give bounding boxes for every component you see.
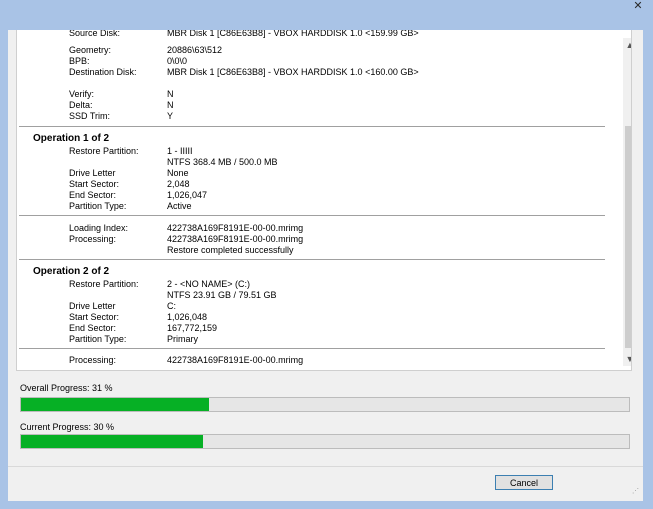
overall-progress-label: Overall Progress: 31 % <box>20 383 113 393</box>
end-sector-value: 167,772,159 <box>167 323 218 333</box>
resize-grip-icon[interactable]: ⋰ <box>632 488 640 498</box>
partition-type-label: Partition Type: <box>69 334 127 344</box>
current-progress-bar <box>20 434 630 449</box>
geometry-value: 20886\63\512 <box>167 45 223 55</box>
destination-disk-label: Destination Disk: <box>69 67 137 77</box>
ssd-trim-value: Y <box>167 111 174 121</box>
drive-letter-value: C: <box>167 301 176 311</box>
log-separator <box>19 348 605 349</box>
processing-label: Processing: <box>69 234 117 244</box>
chevron-down-icon[interactable]: ▼ <box>623 352 631 366</box>
operation-1-heading: Operation 1 of 2 <box>33 133 110 144</box>
overall-progress-bar <box>20 397 630 412</box>
drive-letter-label: Drive Letter <box>69 168 116 178</box>
restore-partition-detail: NTFS 368.4 MB / 500.0 MB <box>167 157 278 167</box>
title-bar[interactable]: ✕ <box>0 0 653 30</box>
loading-index-value: 422738A169F8191E-00-00.mrimg <box>167 223 304 233</box>
log-separator <box>19 126 605 127</box>
restore-partition-label: Restore Partition: <box>69 279 139 289</box>
log-scrollbar[interactable]: ▲ ▼ <box>623 38 631 366</box>
end-sector-label: End Sector: <box>69 190 117 200</box>
start-sector-value: 2,048 <box>167 179 190 189</box>
end-sector-label: End Sector: <box>69 323 117 333</box>
restore-partition-value: 1 - IIIII <box>167 146 193 156</box>
end-sector-value: 1,026,047 <box>167 190 208 200</box>
processing-value: 422738A169F8191E-00-00.mrimg <box>167 355 304 365</box>
start-sector-value: 1,026,048 <box>167 312 208 322</box>
operation-2-heading: Operation 2 of 2 <box>33 266 110 277</box>
loading-index-label: Loading Index: <box>69 223 129 233</box>
partition-type-value: Active <box>167 201 192 211</box>
ssd-trim-label: SSD Trim: <box>69 111 111 121</box>
footer-divider <box>8 466 643 467</box>
operation-result: Restore completed successfully <box>167 245 294 255</box>
destination-disk-value: MBR Disk 1 [C86E63B8] - VBOX HARDDISK 1.… <box>167 67 419 77</box>
source-disk-value: MBR Disk 1 [C86E63B8] - VBOX HARDDISK 1.… <box>167 30 419 38</box>
delta-label: Delta: <box>69 100 93 110</box>
geometry-label: Geometry: <box>69 45 112 55</box>
restore-partition-label: Restore Partition: <box>69 146 139 156</box>
start-sector-label: Start Sector: <box>69 179 120 189</box>
dialog-client-area: Source Disk: MBR Disk 1 [C86E63B8] - VBO… <box>8 30 643 501</box>
dialog-window: ✕ Source Disk: MBR Disk 1 [C86E63B8] - V… <box>0 0 653 509</box>
partition-type-value: Primary <box>167 334 198 344</box>
start-sector-label: Start Sector: <box>69 312 120 322</box>
log-separator <box>19 215 605 216</box>
cancel-button[interactable]: Cancel <box>495 475 553 490</box>
partition-type-label: Partition Type: <box>69 201 127 211</box>
verify-label: Verify: <box>69 89 95 99</box>
processing-label: Processing: <box>69 355 117 365</box>
drive-letter-label: Drive Letter <box>69 301 116 311</box>
chevron-up-icon[interactable]: ▲ <box>623 38 631 52</box>
current-progress-fill <box>21 435 204 448</box>
overall-progress-fill <box>21 398 210 411</box>
close-icon[interactable]: ✕ <box>633 0 643 12</box>
source-disk-label: Source Disk: <box>69 30 121 38</box>
current-progress-label: Current Progress: 30 % <box>20 422 115 432</box>
scrollbar-thumb[interactable] <box>625 126 631 348</box>
restore-partition-detail: NTFS 23.91 GB / 79.51 GB <box>167 290 277 300</box>
delta-value: N <box>167 100 174 110</box>
operation-log-panel[interactable]: Source Disk: MBR Disk 1 [C86E63B8] - VBO… <box>16 30 632 371</box>
restore-partition-value: 2 - <NO NAME> (C:) <box>167 279 251 289</box>
log-separator <box>19 259 605 260</box>
processing-value: 422738A169F8191E-00-00.mrimg <box>167 234 304 244</box>
verify-value: N <box>167 89 174 99</box>
bpb-label: BPB: <box>69 56 90 66</box>
drive-letter-value: None <box>167 168 189 178</box>
bpb-value: 0\0\0 <box>167 56 188 66</box>
